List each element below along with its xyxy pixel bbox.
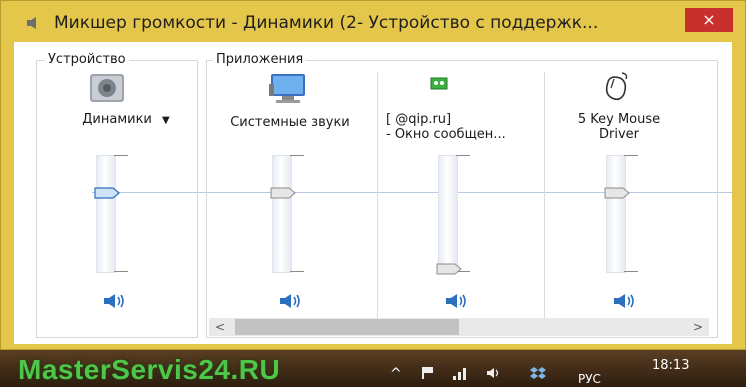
window-title: Микшер громкости - Динамики (2- Устройст… [54, 13, 599, 33]
slider-tick [624, 271, 638, 272]
qip-app-name-line2: - Окно сообщен... [386, 127, 506, 142]
mouse-driver-name: 5 Key Mouse Driver [554, 112, 684, 142]
system-sounds-volume-slider[interactable] [272, 155, 292, 273]
dropbox-icon[interactable] [530, 366, 546, 380]
device-mute-button[interactable] [100, 290, 128, 312]
mixer-content: Устройство Приложения Динамики ▼ Системн… [14, 42, 732, 344]
device-volume-slider[interactable] [96, 155, 116, 273]
system-sounds-volume-thumb[interactable] [270, 187, 296, 199]
mouse-driver-name-line2: Driver [598, 127, 639, 142]
clock[interactable]: 18:13 [652, 358, 689, 374]
applications-group-label: Приложения [213, 52, 307, 67]
language-indicator[interactable]: РУС [578, 372, 601, 386]
speaker-icon [27, 17, 36, 29]
scroll-right-arrow[interactable]: > [689, 318, 707, 336]
slider-tick [456, 155, 470, 156]
qip-app-name: [ @qip.ru] - Окно сообщен... [386, 112, 536, 142]
slider-tick [290, 271, 304, 272]
clock-time: 18:13 [652, 358, 690, 373]
mouse-driver-volume-slider[interactable] [606, 155, 626, 273]
mouse-driver-volume-thumb[interactable] [604, 187, 630, 199]
system-sounds-name: Системные звуки [230, 115, 350, 130]
chevron-up-icon[interactable]: ^ [390, 366, 402, 382]
network-signal-icon[interactable] [452, 366, 468, 380]
qip-mute-button[interactable] [442, 290, 470, 312]
scroll-left-arrow[interactable]: < [211, 318, 229, 336]
title-bar[interactable]: Микшер громкости - Динамики (2- Устройст… [0, 0, 746, 42]
slider-tick [624, 155, 638, 156]
device-name: Динамики [82, 112, 152, 127]
device-volume-thumb[interactable] [94, 187, 120, 199]
dropdown-arrow-icon: ▼ [162, 115, 170, 126]
slider-tick [114, 271, 128, 272]
device-name-dropdown[interactable]: Динамики ▼ [66, 112, 186, 128]
mouse-icon[interactable] [600, 70, 634, 104]
flag-icon[interactable] [420, 366, 436, 380]
monitor-icon[interactable] [268, 72, 308, 106]
volume-tray-icon[interactable] [486, 366, 502, 380]
system-sounds-mute-button[interactable] [276, 290, 304, 312]
mouse-driver-name-line1: 5 Key Mouse [577, 112, 661, 127]
qip-volume-slider[interactable] [438, 155, 458, 273]
horizontal-scrollbar[interactable]: < > [209, 318, 709, 336]
slider-tick [114, 155, 128, 156]
volume-mixer-window: Микшер громкости - Динамики (2- Устройст… [0, 0, 746, 350]
qip-volume-thumb[interactable] [436, 263, 462, 275]
scrollbar-thumb[interactable] [235, 319, 459, 335]
mouse-driver-mute-button[interactable] [610, 290, 638, 312]
watermark-text: MasterServis24.RU [18, 354, 281, 385]
speaker-device-icon[interactable] [88, 72, 128, 104]
column-divider [544, 72, 545, 330]
qip-app-name-line1: [ @qip.ru] [386, 112, 452, 127]
close-button[interactable]: × [685, 8, 733, 32]
device-group-label: Устройство [45, 52, 129, 67]
slider-tick [290, 155, 304, 156]
column-divider [377, 72, 378, 330]
qip-icon[interactable] [430, 76, 448, 90]
